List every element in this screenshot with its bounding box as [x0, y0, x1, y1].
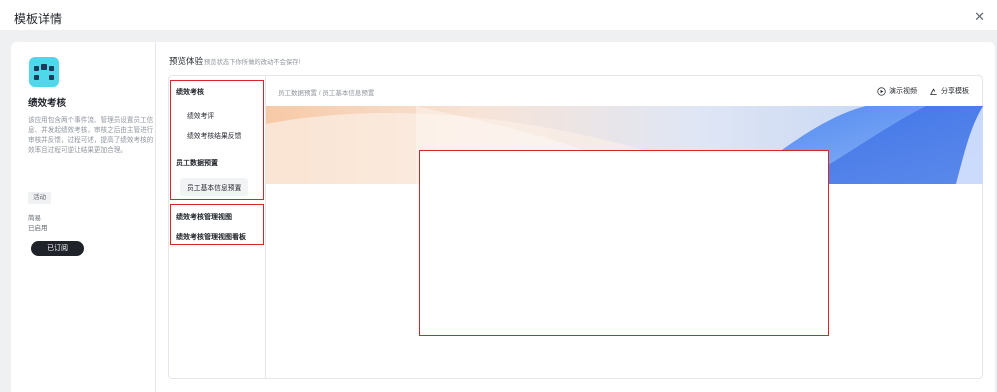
nav-item-evaluation[interactable]: 绩效考评	[187, 110, 214, 120]
demo-video-label: 演示视频	[889, 88, 917, 95]
share-icon	[930, 87, 937, 95]
template-tag: 活动	[28, 192, 51, 204]
template-info-panel: 绩效考核 该应用包含两个事件流、管理员设置员工信息、并发起绩效考核，审核之后由主…	[11, 42, 156, 392]
play-circle-icon	[877, 86, 886, 96]
app-icon	[29, 57, 59, 87]
template-name: 绩效考核	[28, 98, 67, 109]
preview-note: 预览状态下你所做的改动不会保存!	[204, 59, 301, 66]
nav-group-employee-data[interactable]: 员工数据预置	[176, 158, 218, 168]
nav-item-management-view[interactable]: 绩效考核管理视图	[176, 212, 232, 222]
demo-video-button[interactable]: 演示视频	[877, 86, 917, 96]
nav-item-management-board[interactable]: 绩效考核管理视图看板	[176, 232, 246, 242]
share-template-button[interactable]: 分享模板	[929, 86, 969, 96]
share-template-label: 分享模板	[941, 88, 969, 95]
subscribed-button[interactable]: 已订阅	[31, 241, 84, 256]
template-meta-level: 简易	[28, 215, 41, 222]
nav-item-employee-info[interactable]: 员工基本信息预置	[180, 178, 249, 196]
close-icon[interactable]: ✕	[974, 9, 985, 25]
dialog-header: 模板详情 ✕	[0, 0, 997, 30]
template-description: 该应用包含两个事件流、管理员设置员工信息、并发起绩效考核，审核之后由主管进行审核…	[28, 117, 154, 154]
template-meta-status: 已启用	[28, 225, 48, 232]
breadcrumb: 员工数据预置 / 员工基本信息预置	[278, 90, 375, 97]
nav-item-result-feedback[interactable]: 绩效考核结果反馈	[187, 130, 241, 140]
nav-group-performance[interactable]: 绩效考核	[176, 87, 204, 97]
preview-title: 预览体验	[169, 56, 204, 66]
dialog-title: 模板详情	[14, 12, 63, 26]
highlighted-content-area	[419, 150, 829, 336]
